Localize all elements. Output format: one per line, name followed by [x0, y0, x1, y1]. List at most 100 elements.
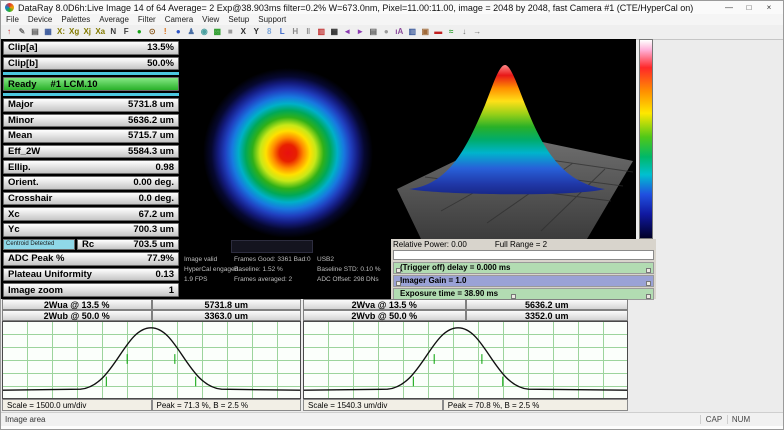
pause-icon[interactable]: ‖	[302, 26, 314, 38]
relative-power-bar	[393, 250, 654, 260]
next-icon[interactable]: →	[471, 26, 483, 38]
orientation-readout[interactable]: Orient.0.00 deg.	[3, 176, 179, 190]
menu-item[interactable]: Filter	[138, 15, 156, 24]
beam-3d-surface	[391, 39, 636, 239]
frames-averaged-text: Frames averaged: 2	[234, 275, 317, 285]
menu-item[interactable]: Support	[258, 15, 286, 24]
menu-item[interactable]: Device	[28, 15, 52, 24]
users-icon[interactable]: ♟	[185, 26, 197, 38]
f-icon[interactable]: F	[120, 26, 132, 38]
menu-item[interactable]: View	[202, 15, 219, 24]
l-icon[interactable]: L	[276, 26, 288, 38]
n-icon[interactable]: N	[107, 26, 119, 38]
xj-icon[interactable]: Xj	[81, 26, 93, 38]
wva-value-cell: 5636.2 um	[466, 299, 629, 310]
u-profile-curve	[3, 322, 300, 398]
font-icon[interactable]: ıA	[393, 26, 405, 38]
timer-icon[interactable]: ⊙	[146, 26, 158, 38]
grid-icon[interactable]: ▦	[328, 26, 340, 38]
xc-readout[interactable]: Xc67.2 um	[3, 207, 179, 221]
num-lock-indicator: NUM	[727, 415, 754, 424]
status-ready-button[interactable]: Ready#1 LCM.10	[3, 77, 179, 91]
histogram-icon[interactable]: ▥	[315, 26, 327, 38]
title-bar: DataRay 8.0D6h:Live Image 14 of 64 Avera…	[1, 1, 783, 14]
imager-gain-slider[interactable]: Imager Gain = 1.0	[393, 275, 654, 287]
y-axis-icon[interactable]: Y	[250, 26, 262, 38]
arrow-right-icon[interactable]: ►	[354, 26, 366, 38]
frames-good-text: Frames Good: 3361 Bad:0	[234, 255, 317, 265]
image-valid-text: Image valid	[184, 255, 234, 265]
wub-value-cell: 3363.0 um	[152, 310, 302, 321]
save-icon[interactable]: ▦	[42, 26, 54, 38]
menu-item[interactable]: File	[6, 15, 19, 24]
h-icon[interactable]: H	[289, 26, 301, 38]
down-icon[interactable]: ↓	[458, 26, 470, 38]
beam-3d-view[interactable]	[391, 39, 636, 239]
relative-power-label: Relative Power: 0.00	[393, 240, 467, 249]
print-icon[interactable]: ▤	[29, 26, 41, 38]
close-button[interactable]: ×	[759, 3, 779, 12]
wva-label-cell[interactable]: 2Wva @ 13.5 %	[303, 299, 466, 310]
image-zoom-readout[interactable]: Image zoom1	[3, 283, 179, 297]
profile8-icon[interactable]: 8	[263, 26, 275, 38]
yc-readout[interactable]: Yc700.3 um	[3, 223, 179, 237]
menu-item[interactable]: Average	[99, 15, 129, 24]
mean-readout[interactable]: Mean5715.7 um	[3, 129, 179, 143]
u-peak-text: Peak = 71.3 %, B = 2.5 %	[152, 399, 302, 411]
plateau-uniformity-readout[interactable]: Plateau Uniformity0.13	[3, 268, 179, 282]
stats-icon[interactable]: ▥	[406, 26, 418, 38]
slider-handle[interactable]	[646, 281, 651, 286]
rc-readout[interactable]: Rc703.5 um	[77, 239, 179, 251]
u-profile-chart[interactable]	[2, 321, 301, 399]
xg-icon[interactable]: Xg	[68, 26, 80, 38]
menu-item[interactable]: Setup	[228, 15, 249, 24]
alert-icon[interactable]: !	[159, 26, 171, 38]
pencil-icon[interactable]: ✎	[16, 26, 28, 38]
beam-2d-view[interactable]: Image valid HyperCal engaged. 1.9 FPS Fr…	[181, 39, 391, 299]
mask-icon[interactable]: ■	[224, 26, 236, 38]
ellipticity-readout[interactable]: Ellip.0.98	[3, 160, 179, 174]
eff2w-readout[interactable]: Eff_2W5584.3 um	[3, 145, 179, 159]
trend-icon[interactable]: ≈	[445, 26, 457, 38]
capture-icon[interactable]: ↑	[3, 26, 15, 38]
crosshair-readout[interactable]: Crosshair0.0 deg.	[3, 192, 179, 206]
divider-strip	[3, 72, 179, 75]
arrow-left-icon[interactable]: ◄	[341, 26, 353, 38]
x-clear-icon[interactable]: X:	[55, 26, 67, 38]
redbar-icon[interactable]: ▬	[432, 26, 444, 38]
stop-icon[interactable]: ●	[172, 26, 184, 38]
caps-lock-indicator: CAP	[700, 415, 727, 424]
adc-peak-readout[interactable]: ADC Peak %77.9%	[3, 252, 179, 266]
wua-label-cell[interactable]: 2Wua @ 13.5 %	[2, 299, 152, 310]
image-icon[interactable]: ▣	[419, 26, 431, 38]
hypercal-text: HyperCal engaged.	[184, 265, 234, 275]
menu-item[interactable]: Palettes	[61, 15, 90, 24]
print2-icon[interactable]: ▤	[367, 26, 379, 38]
maximize-button[interactable]: □	[739, 3, 759, 12]
camera-icon[interactable]: ◉	[198, 26, 210, 38]
run-icon[interactable]: ●	[133, 26, 145, 38]
menu-item[interactable]: Camera	[165, 15, 193, 24]
palette-select-icon[interactable]: ▩	[211, 26, 223, 38]
xa-icon[interactable]: Xa	[94, 26, 106, 38]
slider-handle[interactable]	[396, 268, 401, 273]
centroid-row: Centroid Detected Rc703.5 um	[3, 239, 179, 251]
slider-handle[interactable]	[396, 281, 401, 286]
wub-label-cell[interactable]: 2Wub @ 50.0 %	[2, 310, 152, 321]
wvb-label-cell[interactable]: 2Wvb @ 50.0 %	[303, 310, 466, 321]
v-profile-chart[interactable]	[303, 321, 628, 399]
clip-a-button[interactable]: Clip[a]13.5%	[3, 41, 179, 55]
u-profile-scalebar: Scale = 1500.0 um/div Peak = 71.3 %, B =…	[2, 399, 301, 411]
fps-text: 1.9 FPS	[184, 275, 234, 285]
minimize-button[interactable]: —	[719, 3, 739, 12]
slider-handle[interactable]	[646, 268, 651, 273]
trigger-delay-slider[interactable]: (Trigger off) delay = 0.000 ms	[393, 262, 654, 274]
x-axis-icon[interactable]: X	[237, 26, 249, 38]
minor-readout[interactable]: Minor5636.2 um	[3, 114, 179, 128]
beam-display-button[interactable]	[231, 240, 313, 253]
sphere-icon[interactable]: ●	[380, 26, 392, 38]
centroid-detected-badge[interactable]: Centroid Detected	[3, 239, 75, 251]
clip-b-button[interactable]: Clip[b]50.0%	[3, 57, 179, 71]
full-range-label: Full Range = 2	[495, 240, 547, 249]
major-readout[interactable]: Major5731.8 um	[3, 98, 179, 112]
